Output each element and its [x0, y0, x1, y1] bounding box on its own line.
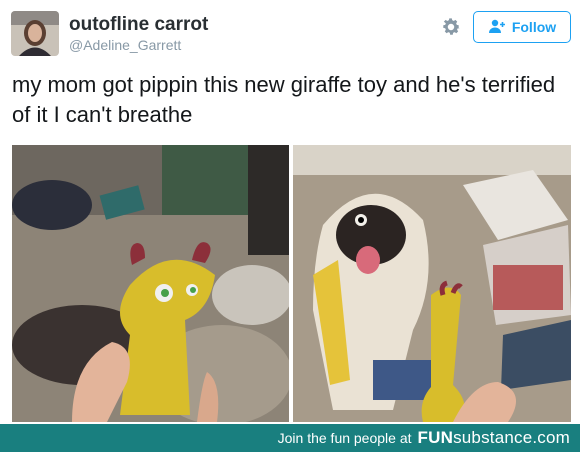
site-logo: FUNsubstance.com [418, 428, 570, 448]
tweet-photo-pug[interactable] [293, 145, 571, 422]
tweet-photo-giraffe[interactable] [12, 145, 289, 422]
footer-tagline: Join the fun people at [277, 430, 412, 446]
user-handle[interactable]: @Adeline_Garrett [69, 37, 181, 53]
add-user-icon [488, 19, 506, 36]
site-footer[interactable]: Join the fun people at FUNsubstance.com [0, 424, 580, 452]
follow-label: Follow [511, 19, 557, 35]
avatar[interactable] [11, 11, 59, 56]
gear-icon[interactable] [440, 16, 462, 38]
follow-button[interactable]: Follow [473, 11, 571, 43]
display-name[interactable]: outofline carrot [69, 14, 208, 36]
logo-bold: FUN [417, 428, 454, 447]
tweet-header: outofline carrot @Adeline_Garrett Follow [0, 0, 580, 62]
logo-rest: substance [453, 428, 533, 447]
logo-tld: .com [532, 428, 570, 447]
tweet-text: my mom got pippin this new giraffe toy a… [12, 72, 556, 127]
